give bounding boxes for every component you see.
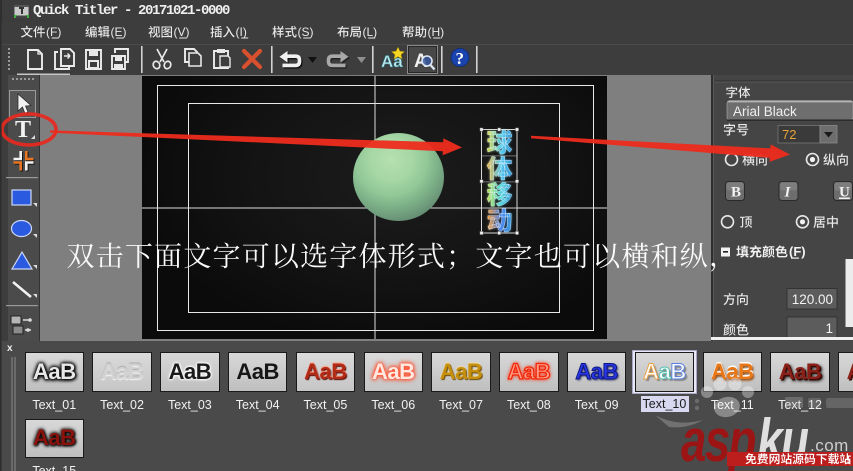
svg-text:!: !: [846, 454, 850, 466]
